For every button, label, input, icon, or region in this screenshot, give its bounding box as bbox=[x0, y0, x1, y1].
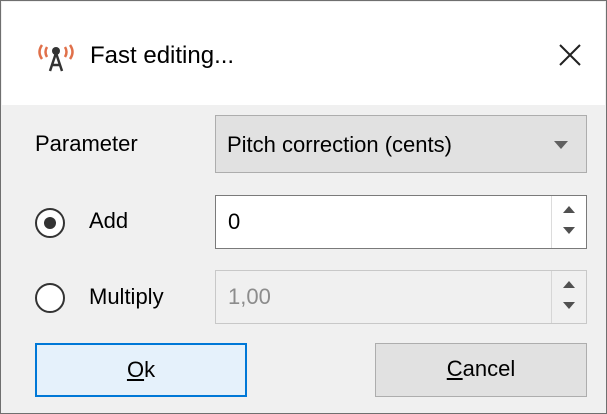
add-radio[interactable] bbox=[35, 208, 65, 238]
add-value-spinbox bbox=[215, 195, 587, 249]
add-increment-button[interactable] bbox=[552, 196, 586, 222]
arrow-down-icon bbox=[563, 302, 575, 309]
cancel-label-rest: ancel bbox=[462, 356, 516, 381]
ok-accelerator: O bbox=[126, 357, 145, 382]
arrow-up-icon bbox=[563, 206, 575, 213]
add-spin-buttons bbox=[551, 196, 586, 248]
ok-label-rest: k bbox=[144, 357, 156, 382]
parameter-label: Parameter bbox=[35, 131, 138, 156]
chevron-down-icon bbox=[554, 141, 568, 149]
add-decrement-button[interactable] bbox=[552, 222, 586, 248]
parameter-selected-value: Pitch correction (cents) bbox=[227, 132, 452, 157]
multiply-radio[interactable] bbox=[35, 283, 65, 313]
fast-editing-dialog: Fast editing... Parameter Pitch correcti… bbox=[0, 0, 607, 414]
antenna-icon bbox=[38, 44, 74, 72]
multiply-spin-buttons bbox=[551, 271, 586, 323]
arrow-down-icon bbox=[563, 227, 575, 234]
close-icon bbox=[559, 44, 581, 66]
cancel-button[interactable]: Cancel bbox=[375, 343, 587, 397]
ok-button[interactable]: Ok bbox=[35, 343, 247, 397]
close-button[interactable] bbox=[546, 32, 594, 78]
multiply-label: Multiply bbox=[89, 284, 164, 309]
multiply-decrement-button[interactable] bbox=[552, 297, 586, 323]
add-value-input[interactable] bbox=[216, 196, 546, 248]
title-bar: Fast editing... bbox=[2, 2, 605, 105]
add-label: Add bbox=[89, 208, 129, 233]
multiply-value-spinbox bbox=[215, 270, 587, 324]
multiply-increment-button[interactable] bbox=[552, 271, 586, 297]
arrow-up-icon bbox=[563, 281, 575, 288]
window-title: Fast editing... bbox=[90, 42, 235, 69]
multiply-value-input[interactable] bbox=[216, 271, 546, 323]
radio-checked-dot bbox=[44, 217, 56, 229]
parameter-select[interactable]: Pitch correction (cents) bbox=[215, 115, 587, 173]
cancel-accelerator: C bbox=[446, 356, 463, 381]
